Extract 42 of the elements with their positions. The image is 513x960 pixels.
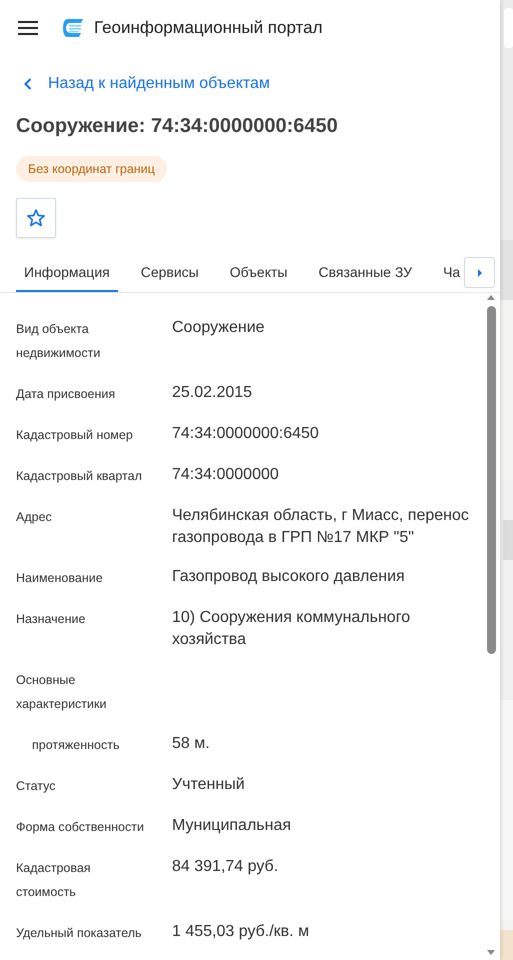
- field-value: 84 391,74 руб.: [172, 857, 280, 877]
- field-label: Основные характеристики: [16, 672, 108, 713]
- field-value: Газопровод высокого давления: [172, 567, 406, 587]
- field-label: протяженность: [31, 737, 120, 754]
- field-label: Форма собственности: [16, 819, 145, 836]
- field-label: Удельный показатель: [16, 925, 143, 942]
- field-label: Наименование: [16, 570, 104, 587]
- tab[interactable]: Сервисы: [132, 254, 207, 292]
- field-value: 1 455,03 руб./кв. м: [172, 922, 310, 942]
- logo-icon: [62, 17, 84, 39]
- field-label: Кадастровая стоимость: [16, 860, 92, 901]
- field-label: Адрес: [16, 509, 53, 526]
- favorite-button[interactable]: [16, 198, 56, 238]
- back-link[interactable]: Назад к найденным объектам: [24, 73, 270, 95]
- page-title: Сооружение: 74:34:0000000:6450: [16, 114, 339, 139]
- tab[interactable]: Информация: [16, 254, 118, 292]
- field-value: 74:34:0000000:6450: [172, 424, 320, 444]
- tab[interactable]: Объекты: [222, 254, 296, 292]
- app-title: Геоинформационный портал: [94, 18, 323, 38]
- status-chip: Без координат границ: [16, 156, 167, 182]
- field-label: Кадастровый номер: [16, 427, 134, 444]
- field-label: Назначение: [16, 611, 86, 628]
- field-value: Учтенный: [172, 775, 246, 795]
- field-value: 58 м.: [172, 734, 211, 754]
- field-value: 25.02.2015: [172, 383, 254, 403]
- menu-icon[interactable]: [18, 21, 38, 35]
- field-value: Сооружение: [172, 318, 266, 338]
- field-label: Кадастровый квартал: [16, 468, 143, 485]
- chevron-left-icon[interactable]: [24, 78, 32, 90]
- field-label: Дата присвоения: [16, 386, 116, 403]
- star-icon[interactable]: [26, 208, 46, 228]
- field-value: 74:34:0000000: [172, 465, 280, 485]
- field-value: Муниципальная: [172, 816, 292, 836]
- field-label: Статус: [16, 778, 57, 795]
- scroll-up-icon[interactable]: [487, 295, 495, 300]
- scroll-down-icon[interactable]: [487, 950, 495, 955]
- field-value: 10) Сооружения коммунального хозяйства: [172, 608, 412, 650]
- field-value: Челябинская область, г Миасс, перенос газопровода в ГРП №17 МКР "5": [172, 506, 470, 548]
- field-label: Вид объекта недвижимости: [16, 321, 102, 362]
- tab[interactable]: Ча: [435, 254, 468, 292]
- tab[interactable]: Связанные ЗУ: [310, 254, 420, 292]
- caret-right-icon[interactable]: [476, 268, 482, 278]
